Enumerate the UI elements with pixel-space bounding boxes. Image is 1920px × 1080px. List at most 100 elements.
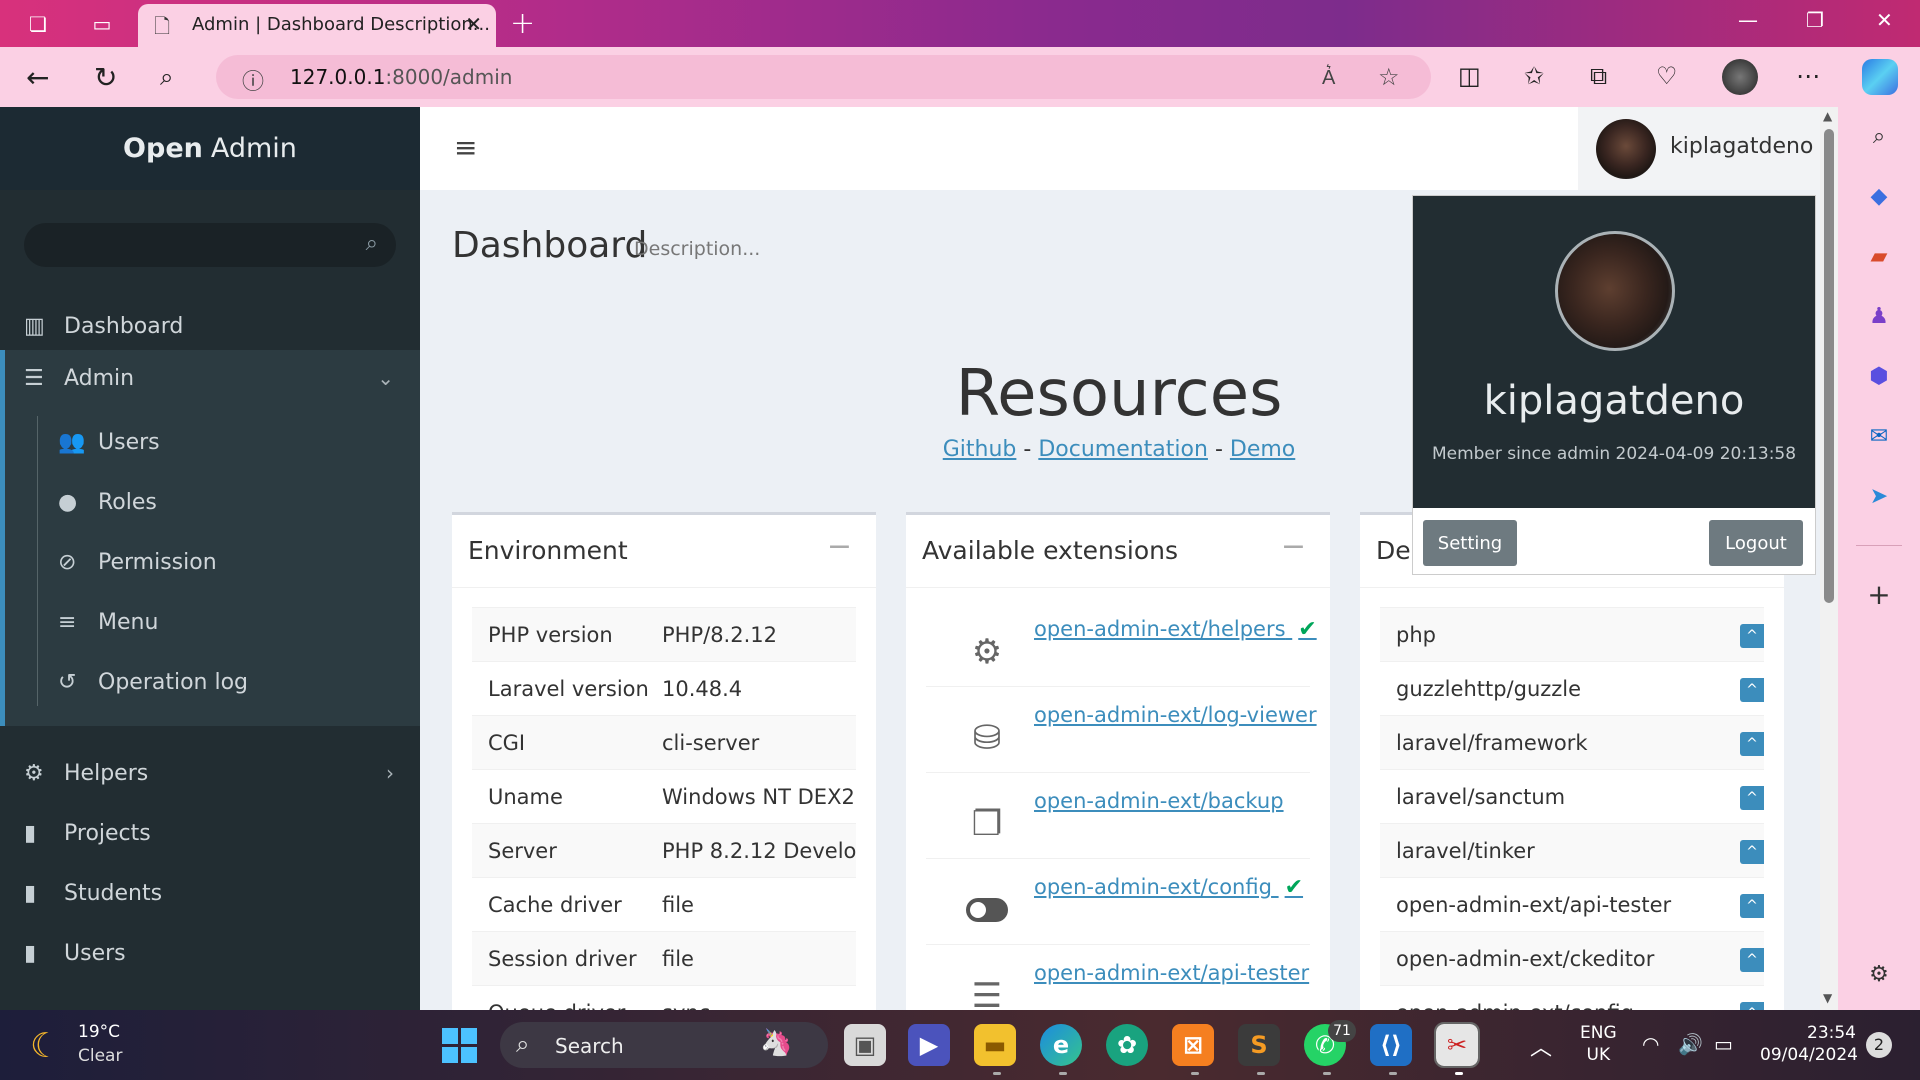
sidebar-item-users[interactable]: 👥 Users xyxy=(5,414,420,470)
language-indicator[interactable]: ENG UK xyxy=(1580,1022,1617,1066)
sublime-text-icon[interactable]: S xyxy=(1238,1024,1280,1066)
sidebar-item-dashboard[interactable]: ▥ Dashboard xyxy=(0,298,420,354)
table-row: Queue driversync xyxy=(472,985,856,1010)
address-bar[interactable]: ⓘ 127.0.0.1:8000/admin A͛ ☆ xyxy=(216,55,1431,99)
moon-icon[interactable]: ☾ xyxy=(30,1026,60,1066)
extension-link[interactable]: open-admin-ext/api-tester xyxy=(1034,961,1309,985)
table-row: open-admin-ext/api-tester ^ xyxy=(1380,877,1764,931)
chatgpt-icon[interactable]: ✿ xyxy=(1106,1024,1148,1066)
weather-condition[interactable]: Clear xyxy=(78,1046,122,1066)
top-navbar: ≡ kiplagatdeno xyxy=(420,107,1820,190)
toggle-icon xyxy=(964,887,1010,933)
wifi-icon[interactable]: ◠ xyxy=(1642,1032,1659,1056)
task-view-icon[interactable]: ▣ xyxy=(844,1024,886,1066)
search-icon[interactable]: ⌕ xyxy=(1862,119,1896,153)
divider xyxy=(1360,587,1784,588)
sidebar-item-roles[interactable]: ● Roles xyxy=(5,474,420,530)
search-icon[interactable]: ⌕ xyxy=(366,231,378,256)
gear-icon[interactable]: ⚙ xyxy=(1862,957,1896,991)
browser-essentials-icon[interactable]: ♡ xyxy=(1656,62,1678,90)
edge-icon[interactable]: e xyxy=(1040,1024,1082,1066)
scroll-up-icon[interactable]: ▲ xyxy=(1823,109,1832,123)
sidebar-item-menu[interactable]: ≡ Menu xyxy=(5,594,420,650)
notification-badge[interactable]: 2 xyxy=(1866,1032,1892,1058)
sidebar-toggle-icon[interactable]: ≡ xyxy=(454,131,477,164)
sidebar-item-operation-log[interactable]: ↺ Operation log xyxy=(5,654,420,710)
extension-link[interactable]: open-admin-ext/helpers ✔ xyxy=(1034,617,1317,642)
info-icon[interactable]: ⓘ xyxy=(242,64,264,96)
xampp-icon[interactable]: ⊠ xyxy=(1172,1024,1214,1066)
sidebar-item-permission[interactable]: ⊘ Permission xyxy=(5,534,420,590)
search-icon: ⌕ xyxy=(516,1030,530,1058)
windows-taskbar: ☾ 19°C Clear ⌕ Search 🦄 ▣ ▶ ▬ e ✿ ⊠ S ✆ … xyxy=(0,1010,1920,1080)
browser-tab[interactable]: 🗋 Admin | Dashboard Description... ✕ xyxy=(138,4,496,47)
sidebar-item-projects[interactable]: ▮ Projects xyxy=(0,805,420,861)
bars-icon: ≡ xyxy=(58,609,77,635)
github-link[interactable]: Github xyxy=(943,437,1017,462)
documentation-link[interactable]: Documentation xyxy=(1038,437,1208,462)
profile-avatar[interactable] xyxy=(1722,59,1758,95)
clock[interactable]: 23:54 09/04/2024 xyxy=(1760,1022,1858,1066)
user-menu-toggle[interactable]: kiplagatdeno xyxy=(1578,107,1820,190)
tab-actions-icon[interactable]: ▭ xyxy=(88,10,116,38)
battery-icon[interactable]: ▭ xyxy=(1714,1032,1733,1056)
new-tab-button[interactable]: + xyxy=(510,6,535,41)
sidebar-item-users-2[interactable]: ▮ Users xyxy=(0,925,420,981)
microsoft365-icon[interactable]: ⬢ xyxy=(1862,359,1896,393)
tools-icon[interactable]: ▰ xyxy=(1862,239,1896,273)
sidebar-item-helpers[interactable]: ⚙ Helpers › xyxy=(0,745,420,801)
favorite-star-icon[interactable]: ☆ xyxy=(1378,63,1400,91)
volume-icon[interactable]: 🔊 xyxy=(1678,1032,1703,1056)
extension-link[interactable]: open-admin-ext/backup xyxy=(1034,789,1284,813)
extension-link[interactable]: open-admin-ext/config ✔ xyxy=(1034,875,1303,900)
show-hidden-icons-icon[interactable]: ︿ xyxy=(1530,1030,1552,1062)
collections-icon[interactable]: ⧉ xyxy=(1590,62,1607,90)
demo-link[interactable]: Demo xyxy=(1230,437,1295,462)
version-badge: ^ xyxy=(1740,732,1764,756)
back-button[interactable]: ← xyxy=(26,61,49,94)
sidebar-item-students[interactable]: ▮ Students xyxy=(0,865,420,921)
gears-icon: ⚙ xyxy=(24,760,44,786)
sidebar-search-input[interactable]: ⌕ xyxy=(24,223,396,267)
scroll-down-icon[interactable]: ▼ xyxy=(1823,991,1832,1005)
minimize-button[interactable]: — xyxy=(1738,8,1758,32)
copilot-icon[interactable] xyxy=(1862,59,1898,95)
add-icon[interactable]: + xyxy=(1862,577,1896,611)
search-icon[interactable]: ⌕ xyxy=(160,63,173,91)
restore-button[interactable]: ❐ xyxy=(1806,8,1824,32)
logout-button[interactable]: Logout xyxy=(1709,520,1803,566)
taskbar-search[interactable]: ⌕ Search 🦄 xyxy=(500,1022,828,1068)
table-row: open-admin-ext/config^ xyxy=(1380,985,1764,1010)
file-explorer-icon[interactable]: ▬ xyxy=(974,1024,1016,1066)
table-row: Session driver file xyxy=(472,931,856,985)
refresh-button[interactable]: ↻ xyxy=(94,61,117,94)
weather-temp[interactable]: 19°C xyxy=(78,1022,120,1042)
workspaces-icon[interactable]: ❏ xyxy=(24,10,52,38)
start-button[interactable] xyxy=(442,1028,478,1064)
setting-button[interactable]: Setting xyxy=(1423,520,1517,566)
send-icon[interactable]: ➤ xyxy=(1862,479,1896,513)
teams-icon[interactable]: ▶ xyxy=(908,1024,950,1066)
app-logo[interactable]: Open Admin xyxy=(0,107,420,190)
collapse-icon[interactable]: − xyxy=(827,529,852,564)
chevron-right-icon: › xyxy=(386,761,394,785)
shopping-icon[interactable]: ◆ xyxy=(1862,179,1896,213)
favorites-icon[interactable]: ✩ xyxy=(1524,62,1544,90)
vscode-icon[interactable]: ⟨⟩ xyxy=(1370,1024,1412,1066)
close-tab-icon[interactable]: ✕ xyxy=(465,12,482,36)
file-icon: ▮ xyxy=(24,940,37,966)
read-aloud-icon[interactable]: A͛ xyxy=(1322,65,1335,90)
games-icon[interactable]: ♟ xyxy=(1862,299,1896,333)
scrollbar-thumb[interactable] xyxy=(1824,129,1834,603)
snipping-tool-icon[interactable]: ✂ xyxy=(1434,1022,1480,1068)
admin-menu-tree: ☰ Admin ⌄ 👥 Users ● Roles ⊘ Permission ≡… xyxy=(0,350,420,726)
split-screen-icon[interactable]: ◫ xyxy=(1458,62,1481,90)
sidebar-item-admin[interactable]: ☰ Admin ⌄ xyxy=(0,350,420,406)
outlook-icon[interactable]: ✉ xyxy=(1862,419,1896,453)
close-window-button[interactable]: ✕ xyxy=(1876,8,1893,32)
collapse-icon[interactable]: − xyxy=(1281,529,1306,564)
page-scrollbar[interactable]: ▲ ▼ xyxy=(1820,107,1838,1010)
url-text: 127.0.0.1:8000/admin xyxy=(290,65,513,89)
more-options-icon[interactable]: ⋯ xyxy=(1796,62,1820,90)
extension-link[interactable]: open-admin-ext/log-viewer xyxy=(1034,703,1317,727)
